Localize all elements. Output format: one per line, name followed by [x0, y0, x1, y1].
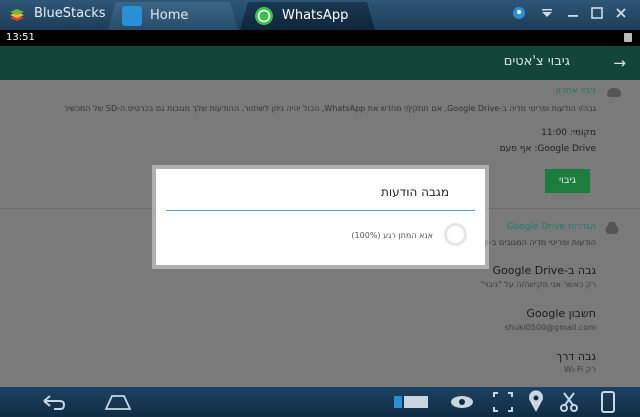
cloud-upload-icon: [607, 88, 621, 97]
android-statusbar: 13:51: [0, 30, 640, 46]
scissors-icon[interactable]: [556, 387, 582, 417]
bluestacks-logo-icon: [10, 9, 24, 21]
dropdown-menu-icon[interactable]: [540, 6, 554, 20]
loading-spinner-icon: [444, 223, 467, 246]
backup-progress-dialog: מגבה הודעות אנא המתן רגע (100%): [156, 169, 485, 265]
drive-backup-time: Google Drive: אף פעם: [499, 144, 596, 154]
rotate-device-icon[interactable]: [596, 387, 620, 417]
maximize-icon[interactable]: [590, 6, 604, 20]
whatsapp-icon: [254, 6, 274, 26]
tab-whatsapp-label: WhatsApp: [282, 8, 349, 23]
location-icon[interactable]: [512, 6, 526, 20]
back-arrow-icon[interactable]: →: [613, 54, 626, 72]
tab-whatsapp[interactable]: WhatsApp: [240, 2, 375, 30]
last-backup-description: גבה/י הודעות ופריטי מדיה ב-Google Drive.…: [63, 104, 596, 113]
backup-button[interactable]: גיבוי: [545, 169, 590, 193]
home-icon: [122, 6, 142, 26]
fullscreen-icon[interactable]: [490, 387, 516, 417]
app-toolbar: גיבוי צ'אטים →: [0, 46, 640, 80]
keyboard-icon[interactable]: [392, 387, 432, 417]
google-drive-icon: [605, 222, 619, 234]
tab-home-label: Home: [150, 8, 189, 23]
drive-settings-title: הגדרות Google Drive: [506, 222, 596, 232]
backup-via-value: רק Wi-Fi: [564, 365, 596, 374]
emulator-navbar: [0, 387, 640, 417]
emulator-titlebar: BlueStacks Home WhatsApp: [0, 0, 640, 30]
backup-via-title: גבה דרך: [556, 350, 596, 363]
google-account-value: shuki0500@gmail.com: [504, 323, 596, 332]
location-pin-icon[interactable]: [524, 387, 548, 417]
last-backup-title: גיבוי אחרון: [555, 86, 596, 96]
tab-home[interactable]: Home: [108, 2, 238, 30]
dialog-divider: [166, 210, 475, 211]
backup-to-drive-title: גבה ב-Google Drive: [492, 264, 596, 277]
dialog-title: מגבה הודעות: [380, 185, 449, 199]
dialog-progress-text: אנא המתן רגע (100%): [351, 231, 433, 240]
google-account-title: חשבון Google: [526, 307, 596, 320]
local-backup-time: מקומי: 11:00: [541, 128, 596, 138]
backup-to-drive-subtitle: רק כאשר אני מקישה/ה על "גיבוי": [480, 280, 596, 289]
minimize-icon[interactable]: [566, 6, 580, 20]
emulator-name: BlueStacks: [34, 6, 106, 21]
home-button-icon[interactable]: [102, 387, 134, 417]
status-time: 13:51: [6, 32, 35, 43]
close-icon[interactable]: [614, 6, 628, 20]
mail-icon: [624, 33, 632, 42]
eye-icon[interactable]: [447, 387, 477, 417]
page-title: גיבוי צ'אטים: [503, 54, 570, 69]
back-icon[interactable]: [38, 387, 70, 417]
